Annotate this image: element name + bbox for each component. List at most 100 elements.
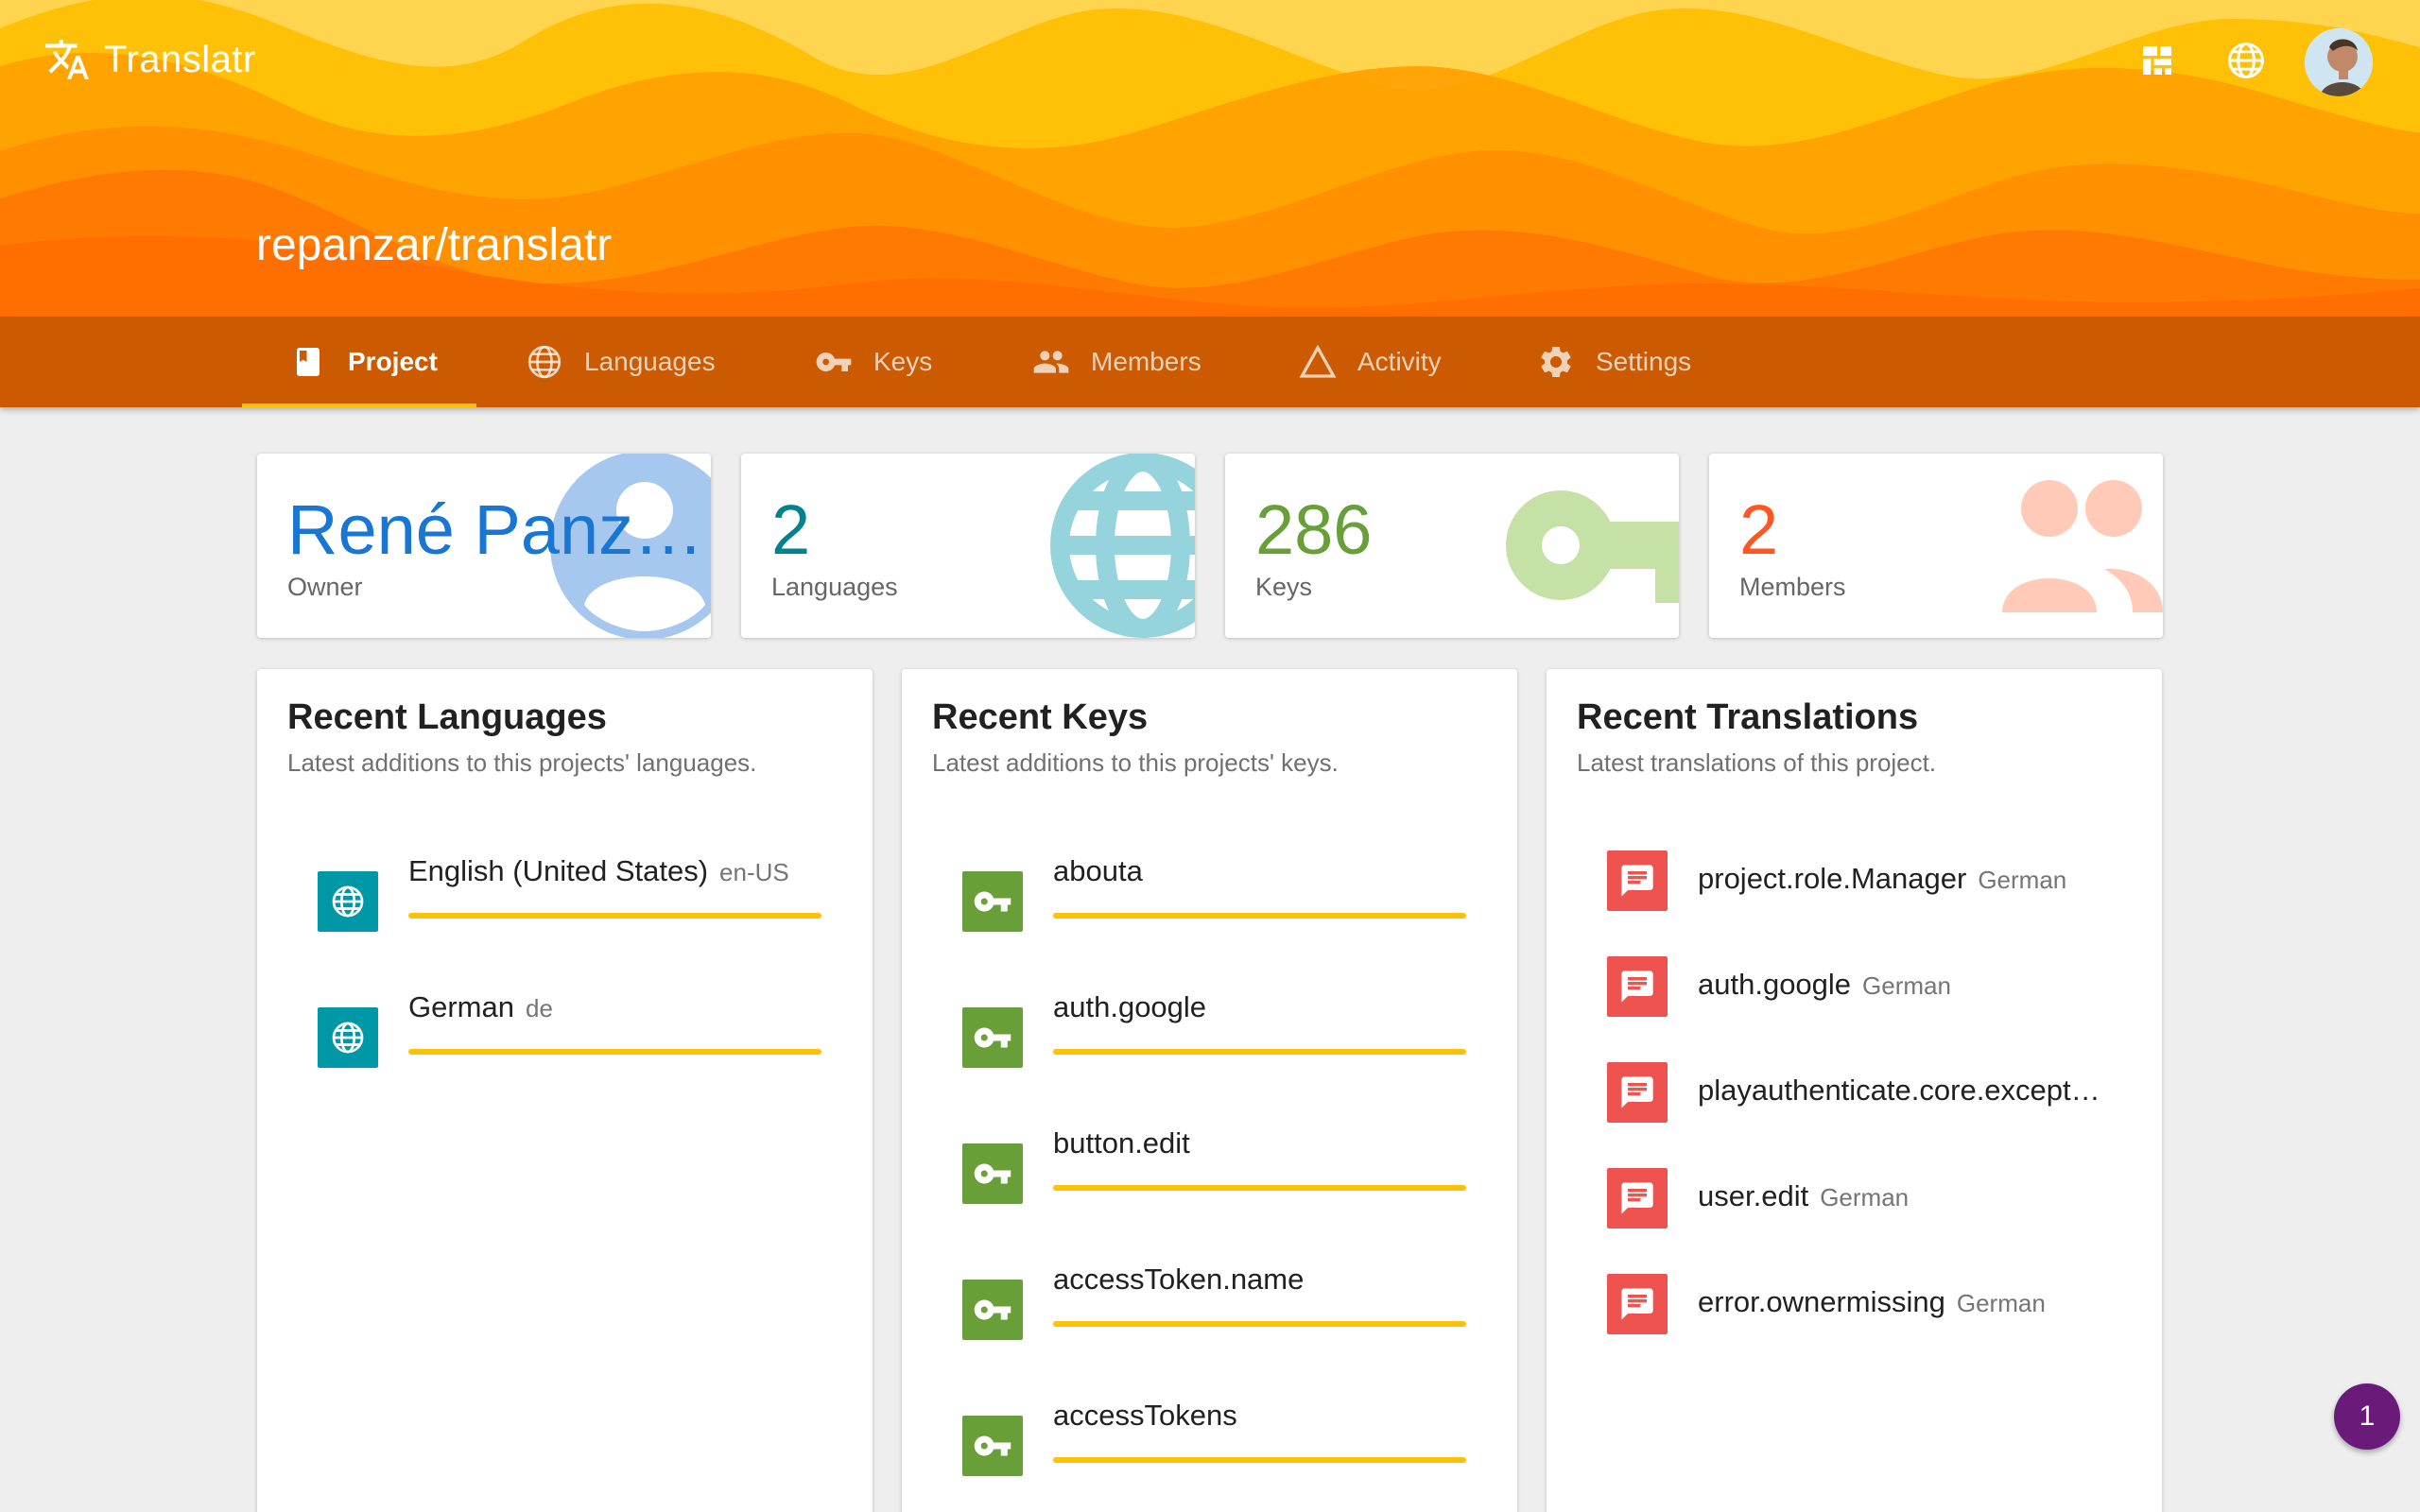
key-progress-bar (1053, 1185, 1466, 1191)
members-card[interactable]: 2 Members (1709, 454, 2163, 638)
translation-key: user.edit German (1698, 1179, 1909, 1213)
message-icon (1607, 850, 1668, 911)
translation-key-label: auth.google (1698, 968, 1852, 1001)
key-icon (1506, 490, 1679, 603)
translation-item[interactable]: error.ownermissing German (1577, 1274, 2125, 1349)
globe-icon (318, 1007, 378, 1068)
key-icon (962, 1143, 1023, 1204)
language-progress-bar (408, 913, 821, 919)
tab-activity[interactable]: Activity (1299, 317, 1442, 407)
globe-icon (318, 871, 378, 932)
translation-key: project.role.Manager German (1698, 862, 2066, 896)
language-name: German de (408, 990, 553, 1024)
keys-card[interactable]: 286 Keys (1225, 454, 1679, 638)
brand[interactable]: Translatr (43, 36, 256, 83)
recent-translations-description: Latest translations of this project. (1577, 748, 1937, 777)
tab-label: Members (1091, 347, 1201, 376)
recent-keys-panel: Recent Keys Latest additions to this pro… (902, 669, 1517, 1512)
project-tab-bar: Project Languages Keys Members Activity … (0, 317, 2420, 407)
language-label: German (408, 990, 514, 1023)
language-name: English (United States) en-US (408, 854, 789, 888)
key-item[interactable]: button.edit (932, 1126, 1480, 1230)
key-progress-bar (1053, 1049, 1466, 1055)
key-icon (962, 871, 1023, 932)
message-icon (1607, 956, 1668, 1017)
key-item[interactable]: auth.google (932, 990, 1480, 1094)
recent-languages-panel: Recent Languages Latest additions to thi… (257, 669, 873, 1512)
owner-card[interactable]: René Panz… Owner (257, 454, 711, 638)
translation-key: auth.google German (1698, 968, 1951, 1002)
keys-count: 286 (1255, 490, 1373, 569)
translation-item[interactable]: playauthenticate.core.except… (1577, 1062, 2125, 1138)
translation-key-label: playauthenticate.core.except… (1698, 1074, 2100, 1107)
key-name: button.edit (1053, 1126, 1190, 1160)
owner-label: Owner (287, 573, 363, 601)
tab-label: Settings (1596, 347, 1692, 376)
recent-keys-title: Recent Keys (932, 697, 1149, 737)
tab-label: Project (348, 347, 438, 376)
language-label: English (United States) (408, 854, 709, 887)
members-label: Members (1739, 573, 1846, 601)
active-tab-indicator (242, 404, 476, 407)
key-icon (962, 1007, 1023, 1068)
message-icon (1607, 1062, 1668, 1123)
keys-label: Keys (1255, 573, 1313, 601)
tab-members[interactable]: Members (1032, 317, 1201, 407)
members-count: 2 (1739, 490, 1779, 569)
language-item[interactable]: German de (287, 990, 836, 1094)
globe-icon (2225, 40, 2267, 86)
message-icon (1607, 1168, 1668, 1228)
key-item[interactable]: accessTokens (932, 1399, 1480, 1503)
languages-card[interactable]: 2 Languages (741, 454, 1195, 638)
people-icon (2002, 480, 2163, 612)
message-icon (1607, 1274, 1668, 1334)
tab-settings[interactable]: Settings (1537, 317, 1691, 407)
tab-keys[interactable]: Keys (815, 317, 932, 407)
language-code: de (525, 994, 553, 1022)
top-actions (2099, 28, 2373, 96)
recent-languages-description: Latest additions to this projects' langu… (287, 748, 757, 777)
key-progress-bar (1053, 913, 1466, 919)
app-header: Translatr repanzar/translatr (0, 0, 2420, 317)
translation-item[interactable]: project.role.Manager German (1577, 850, 2125, 926)
languages-label: Languages (771, 573, 898, 601)
tab-label: Keys (873, 347, 933, 376)
translation-key-label: error.ownermissing (1698, 1285, 1945, 1318)
dashboard-button[interactable] (2127, 32, 2187, 93)
gear-icon (1537, 343, 1575, 381)
translation-key-label: project.role.Manager (1698, 862, 1967, 895)
recent-languages-title: Recent Languages (287, 697, 607, 737)
language-code: en-US (719, 858, 789, 886)
triangle-icon (1299, 343, 1337, 381)
key-item[interactable]: abouta (932, 854, 1480, 958)
recent-translations-panel: Recent Translations Latest translations … (1547, 669, 2162, 1512)
project-book-icon (289, 343, 327, 381)
key-name: accessTokens (1053, 1399, 1237, 1432)
notifications-badge-button[interactable]: 1 (2334, 1383, 2400, 1450)
people-icon (1032, 343, 1070, 381)
project-title: repanzar/translatr (256, 220, 613, 270)
translation-item[interactable]: user.edit German (1577, 1168, 2125, 1244)
key-progress-bar (1053, 1321, 1466, 1327)
translation-language: German (1978, 866, 2067, 894)
translation-key: playauthenticate.core.except… (1698, 1074, 2112, 1108)
translation-language: German (1956, 1289, 2046, 1317)
key-progress-bar (1053, 1457, 1466, 1463)
user-avatar[interactable] (2305, 28, 2373, 96)
key-icon (815, 343, 853, 381)
owner-name: René Panz… (287, 490, 704, 569)
language-item[interactable]: English (United States) en-US (287, 854, 836, 958)
tab-project[interactable]: Project (289, 317, 438, 407)
key-item[interactable]: accessToken.name (932, 1263, 1480, 1366)
key-icon (962, 1416, 1023, 1476)
recent-keys-description: Latest additions to this projects' keys. (932, 748, 1339, 777)
translation-item[interactable]: auth.google German (1577, 956, 2125, 1032)
language-switch-button[interactable] (2216, 32, 2276, 93)
globe-icon (526, 343, 563, 381)
tab-languages[interactable]: Languages (526, 317, 716, 407)
tab-label: Activity (1357, 347, 1442, 376)
key-icon (962, 1280, 1023, 1340)
tab-label: Languages (584, 347, 716, 376)
key-name: abouta (1053, 854, 1143, 887)
language-progress-bar (408, 1049, 821, 1055)
